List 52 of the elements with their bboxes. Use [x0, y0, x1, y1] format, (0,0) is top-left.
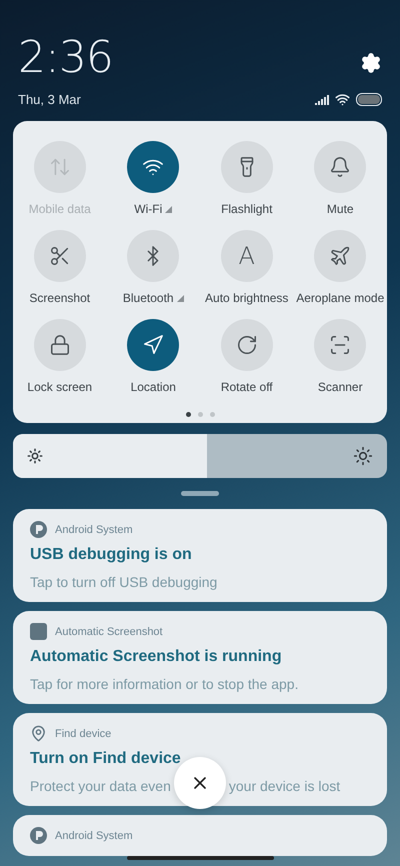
sun-large-icon	[353, 446, 373, 466]
toggle-label: Auto brightness	[205, 291, 288, 305]
page-dot[interactable]	[210, 412, 214, 417]
sun-small-icon	[27, 448, 43, 464]
notification-text: Tap for more information or to stop the app.	[30, 676, 298, 692]
pin-icon	[30, 725, 47, 742]
signal-icon	[315, 94, 329, 104]
app-square-icon	[30, 623, 47, 640]
date: Thu, 3 Mar	[18, 92, 82, 107]
battery-icon	[356, 93, 382, 106]
app-name: Android System	[55, 524, 133, 536]
notification-card[interactable]: Android System	[13, 815, 387, 856]
app-name: Find device	[55, 728, 112, 740]
drag-handle[interactable]	[181, 491, 219, 496]
clock: 2:36	[18, 36, 113, 80]
page-dot[interactable]	[186, 412, 190, 417]
scissors-icon	[48, 245, 71, 267]
arrows-icon	[48, 156, 71, 178]
toggle-label: Mute	[326, 202, 354, 216]
rotate-icon	[236, 334, 258, 356]
toggle-label: Rotate off	[220, 380, 273, 394]
toggle-label: Mobile data	[28, 202, 91, 216]
notification-card[interactable]: Android System USB debugging is on Tap to turn off USB debugging	[13, 509, 387, 602]
toggle-label: Wi-Fi	[134, 202, 172, 216]
toggle-label: Location	[130, 380, 176, 394]
notification-title: USB debugging is on	[30, 546, 193, 564]
notification-text: your device is lost	[228, 778, 340, 794]
toggle-label: Aeroplane mode	[296, 291, 384, 305]
app-name: Android System	[55, 830, 133, 842]
app-logo-icon	[30, 521, 47, 538]
toggle-label: Flashlight	[221, 202, 272, 216]
app-name: Automatic Screenshot	[55, 626, 163, 638]
toggle-label: Screenshot	[29, 291, 90, 305]
app-logo-icon	[30, 827, 47, 844]
notification-title: Automatic Screenshot is running	[30, 648, 283, 666]
toggle-label: Bluetooth	[122, 291, 184, 305]
brightness-slider[interactable]	[13, 434, 387, 478]
scan-frame-icon	[329, 334, 352, 356]
navigation-arrow-icon	[142, 334, 164, 356]
notification-text: Protect your data even	[30, 778, 171, 794]
notification-text: Tap to turn off USB debugging	[30, 574, 218, 590]
bell-icon	[329, 156, 352, 178]
notification-card[interactable]: Automatic Screenshot Automatic Screenshot is running Tap for more information or to stop the app.	[13, 611, 387, 704]
toggle-label: Lock screen	[27, 380, 92, 394]
toggle-button[interactable]: A	[220, 230, 273, 282]
notification-title: Turn on Find device	[30, 750, 182, 768]
toggle-label: Scanner	[318, 380, 363, 394]
notification-card[interactable]: Find device Turn on Find device Protect your data even your device is lost	[13, 713, 387, 806]
plane-icon	[329, 245, 352, 267]
wifi-icon	[335, 92, 350, 107]
lock-icon	[48, 334, 71, 356]
page-dot[interactable]	[198, 412, 202, 417]
